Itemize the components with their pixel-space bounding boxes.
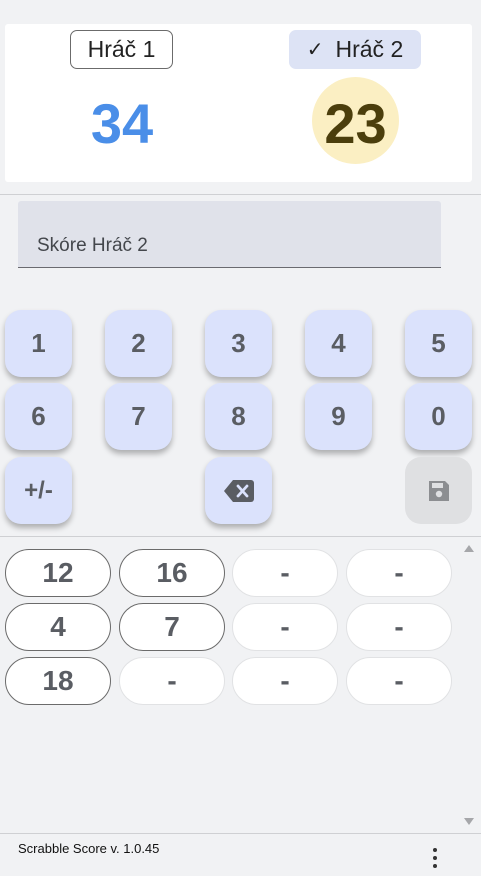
player-2-chip[interactable]: ✓ Hráč 2 bbox=[289, 30, 421, 69]
divider bbox=[0, 194, 481, 195]
score-card: Hráč 1 ✓ Hráč 2 34 23 bbox=[5, 24, 472, 182]
history-cell[interactable]: 7 bbox=[119, 603, 225, 651]
key-8[interactable]: 8 bbox=[205, 383, 272, 450]
key-9[interactable]: 9 bbox=[305, 383, 372, 450]
more-vert-icon-dot bbox=[433, 856, 437, 860]
more-vert-icon-dot bbox=[433, 864, 437, 868]
history-cell[interactable]: 4 bbox=[5, 603, 111, 651]
save-button[interactable] bbox=[405, 457, 472, 524]
key-4[interactable]: 4 bbox=[305, 310, 372, 377]
key-0[interactable]: 0 bbox=[405, 383, 472, 450]
player-1-chip[interactable]: Hráč 1 bbox=[70, 30, 173, 69]
key-5[interactable]: 5 bbox=[405, 310, 472, 377]
history-cell[interactable]: - bbox=[346, 657, 452, 705]
more-menu-button[interactable] bbox=[422, 844, 448, 872]
history-cell[interactable]: - bbox=[346, 549, 452, 597]
player-1-name: Hráč 1 bbox=[87, 36, 156, 62]
score-history: 12 16 - - 4 7 - - 18 - - - bbox=[0, 537, 458, 833]
key-6[interactable]: 6 bbox=[5, 383, 72, 450]
key-3[interactable]: 3 bbox=[205, 310, 272, 377]
key-7[interactable]: 7 bbox=[105, 383, 172, 450]
footer: Scrabble Score v. 1.0.45 bbox=[0, 833, 481, 876]
version-label: Scrabble Score v. 1.0.45 bbox=[18, 841, 160, 856]
history-cell[interactable]: - bbox=[232, 603, 338, 651]
player-2-score: 23 bbox=[324, 92, 387, 155]
player-1-score: 34 bbox=[90, 92, 154, 155]
history-cell[interactable]: - bbox=[232, 657, 338, 705]
score-input[interactable] bbox=[18, 201, 441, 268]
history-cell[interactable]: 12 bbox=[5, 549, 111, 597]
history-cell[interactable]: 18 bbox=[5, 657, 111, 705]
more-vert-icon bbox=[433, 848, 437, 852]
scroll-down-icon[interactable] bbox=[464, 818, 474, 825]
save-icon bbox=[428, 480, 449, 501]
sign-toggle-button[interactable]: +/- bbox=[5, 457, 72, 524]
scrollbar[interactable] bbox=[458, 537, 481, 833]
history-cell[interactable]: - bbox=[346, 603, 452, 651]
player-2-name: Hráč 2 bbox=[335, 36, 404, 62]
check-icon: ✓ bbox=[306, 39, 324, 61]
history-cell[interactable]: 16 bbox=[119, 549, 225, 597]
backspace-icon bbox=[223, 479, 254, 502]
key-2[interactable]: 2 bbox=[105, 310, 172, 377]
key-1[interactable]: 1 bbox=[5, 310, 72, 377]
history-cell[interactable]: - bbox=[119, 657, 225, 705]
backspace-button[interactable] bbox=[205, 457, 272, 524]
scroll-up-icon[interactable] bbox=[464, 545, 474, 552]
history-cell[interactable]: - bbox=[232, 549, 338, 597]
